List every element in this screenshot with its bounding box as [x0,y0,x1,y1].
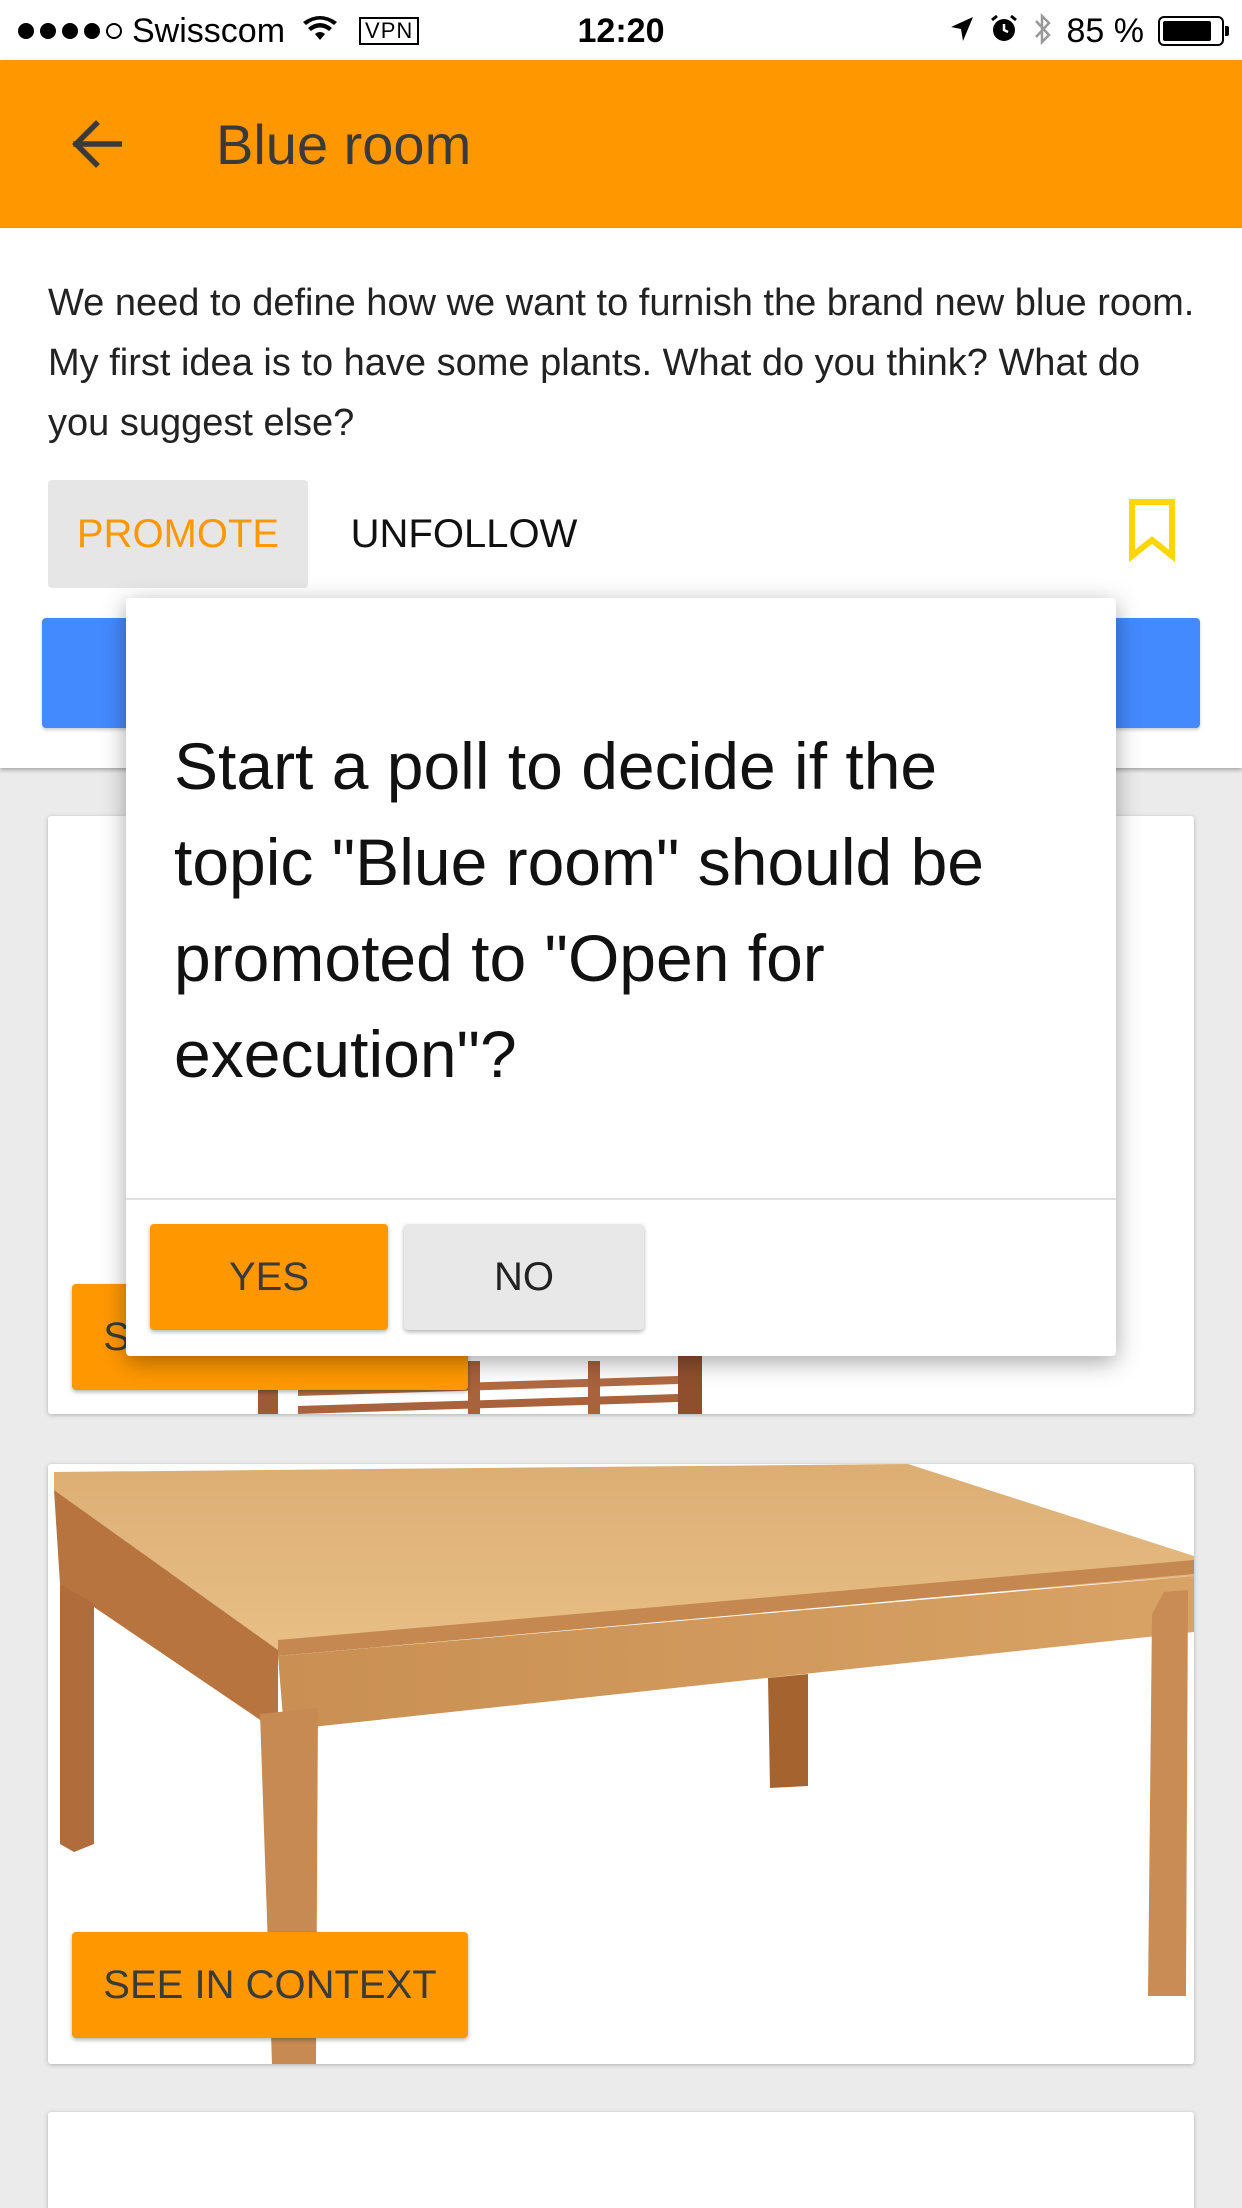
promote-poll-dialog: Start a poll to decide if the topic "Blu… [126,598,1116,1356]
alarm-clock-icon [989,14,1019,49]
battery-icon [1158,16,1229,46]
card-item [48,2112,1194,2208]
topic-description: We need to define how we want to furnish… [48,282,1195,444]
promote-button[interactable]: PROMOTE [48,480,308,588]
location-arrow-icon [949,15,975,48]
app-bar: Blue room [0,60,1242,228]
dialog-message: Start a poll to decide if the topic "Blu… [174,729,984,1091]
yes-button[interactable]: YES [150,1224,388,1330]
arrow-back-icon [70,119,123,173]
status-right: 85 % [949,10,1229,52]
bookmark-icon[interactable] [1124,498,1180,563]
card-item: SEE IN CONTEXT [48,1464,1194,2064]
battery-percent: 85 % [1066,11,1145,50]
back-button[interactable] [60,110,132,182]
bluetooth-icon [1033,12,1053,51]
page-title: Blue room [216,113,472,176]
no-button[interactable]: NO [404,1224,644,1330]
dialog-divider [126,1198,1116,1200]
see-in-context-button[interactable]: SEE IN CONTEXT [72,1932,468,2038]
unfollow-button[interactable]: UNFOLLOW [324,480,604,588]
status-bar: Swisscom VPN 12:20 85 % [0,0,1242,60]
